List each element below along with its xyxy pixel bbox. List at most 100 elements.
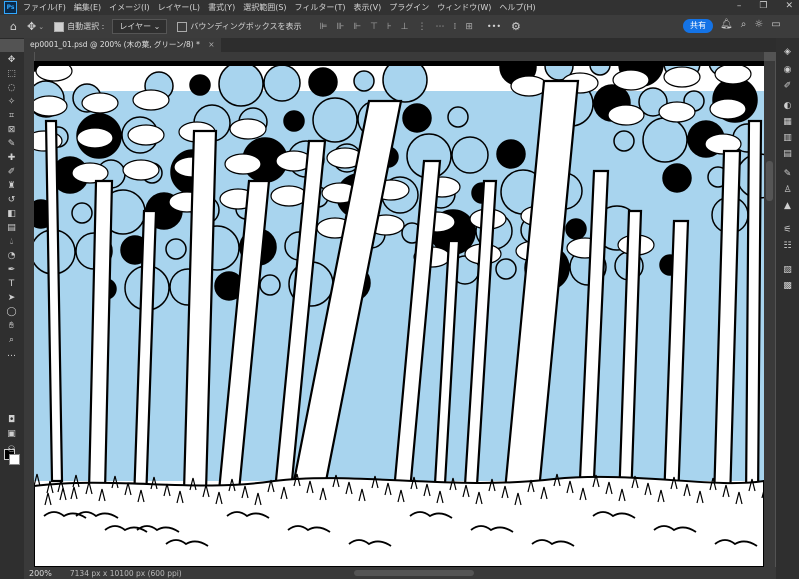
- layer-select-value: レイヤー: [119, 22, 152, 31]
- crop-tool-icon[interactable]: ⌗: [5, 110, 18, 123]
- menu-view[interactable]: 表示(V): [354, 2, 382, 13]
- paths-icon[interactable]: ✐: [781, 80, 794, 93]
- healing-brush-icon[interactable]: ✚: [5, 152, 18, 165]
- move-tool-icon[interactable]: ✥: [5, 54, 18, 67]
- bounding-box-label: バウンディングボックスを表示: [190, 22, 302, 31]
- workspace-icon[interactable]: ▭: [771, 19, 780, 30]
- menu-window[interactable]: ウィンドウ(W): [437, 2, 491, 13]
- properties-icon[interactable]: ⚟: [781, 224, 794, 237]
- info-icon[interactable]: ▩: [781, 280, 794, 293]
- adjustments-icon[interactable]: ◐: [781, 100, 794, 113]
- distribute-space-icon[interactable]: ⊞: [465, 22, 473, 32]
- frame-tool-icon[interactable]: ⊠: [5, 124, 18, 137]
- options-bar: ⌂ ✥ ⌄ 自動選択 : レイヤー ⌄ バウンディングボックスを表示 ⊫ ⊪ ⊩…: [0, 15, 799, 39]
- menu-edit[interactable]: 編集(E): [74, 2, 101, 13]
- stamp-tool-icon[interactable]: ♜: [5, 180, 18, 193]
- quick-mask-icon[interactable]: ◘: [5, 414, 18, 427]
- menu-bar: Ps ファイル(F) 編集(E) イメージ(I) レイヤー(L) 書式(Y) 選…: [0, 0, 799, 15]
- zoom-tool-icon[interactable]: ⌕: [5, 334, 18, 347]
- hand-tool-icon[interactable]: ✋︎: [5, 320, 18, 333]
- eyedropper-icon[interactable]: ✎: [5, 138, 18, 151]
- vertical-scrollbar[interactable]: [764, 61, 775, 567]
- document-canvas[interactable]: [34, 61, 764, 567]
- move-icon[interactable]: ✥: [27, 20, 36, 33]
- home-icon[interactable]: ⌂: [10, 20, 17, 33]
- minimize-icon[interactable]: –: [737, 1, 742, 11]
- distribute-h-icon[interactable]: ⋯: [435, 22, 444, 32]
- chevron-down-icon[interactable]: ⌄: [38, 23, 44, 31]
- tool-presets-icon[interactable]: ▲: [781, 200, 794, 213]
- color-icon[interactable]: ◉: [781, 64, 794, 77]
- layers-icon[interactable]: ◈: [781, 46, 794, 59]
- bounding-box-checkbox[interactable]: [177, 21, 188, 32]
- swatches-icon[interactable]: ▦: [781, 116, 794, 129]
- document-tab-bar: ep0001_01.psd @ 200% (木の葉, グリーン/8) * ×: [24, 38, 776, 52]
- lightbulb-icon[interactable]: ☼: [754, 19, 763, 30]
- layer-select[interactable]: レイヤー ⌄: [112, 19, 168, 34]
- close-window-icon[interactable]: ✕: [785, 1, 793, 11]
- channels-icon[interactable]: ▤: [781, 148, 794, 161]
- brushes-icon[interactable]: ✎: [781, 168, 794, 181]
- path-select-icon[interactable]: ➤: [5, 292, 18, 305]
- artwork-forest: [34, 61, 764, 567]
- history-brush-icon[interactable]: ↺: [5, 194, 18, 207]
- vertical-scroll-thumb[interactable]: [766, 161, 773, 201]
- status-bar: 200% 7134 px x 10100 px (600 ppi): [24, 567, 776, 579]
- menu-image[interactable]: イメージ(I): [109, 2, 149, 13]
- align-bottom-icon[interactable]: ⊥: [401, 22, 409, 32]
- auto-select-checkbox[interactable]: [54, 21, 65, 32]
- screen-mode-icon[interactable]: ▣: [5, 428, 18, 441]
- gradient-tool-icon[interactable]: ▤: [5, 222, 18, 235]
- marquee-tool-icon[interactable]: ⬚: [5, 68, 18, 81]
- menu-plugins[interactable]: プラグイン: [389, 2, 429, 13]
- status-corner: [0, 567, 24, 579]
- eraser-tool-icon[interactable]: ◧: [5, 208, 18, 221]
- align-right-icon[interactable]: ⊩: [353, 22, 361, 32]
- menu-select[interactable]: 選択範囲(S): [243, 2, 286, 13]
- document-tab[interactable]: ep0001_01.psd @ 200% (木の葉, グリーン/8) * ×: [24, 38, 221, 52]
- menu-file[interactable]: ファイル(F): [23, 2, 66, 13]
- gear-icon[interactable]: ⚙: [511, 20, 521, 33]
- app-logo: Ps: [4, 1, 17, 14]
- distribute-icon[interactable]: ⋮: [417, 22, 426, 32]
- right-panel-dock: ◈ ◉ ✐ ◐ ▦ ▥ ▤ ✎ ♙ ▲ ⚟ ☷ ▨ ▩: [776, 38, 799, 579]
- clone-source-icon[interactable]: ♙: [781, 184, 794, 197]
- search-icon[interactable]: ⌕: [741, 19, 747, 30]
- distribute-v-icon[interactable]: ⁞: [453, 22, 456, 32]
- align-hcenter-icon[interactable]: ⊪: [336, 22, 344, 32]
- lasso-tool-icon[interactable]: ◌: [5, 82, 18, 95]
- align-buttons: ⊫ ⊪ ⊩ ⊤ ⊦ ⊥ ⋮ ⋯ ⁞ ⊞: [320, 22, 473, 32]
- character-icon[interactable]: ☷: [781, 240, 794, 253]
- libraries-icon[interactable]: ▥: [781, 132, 794, 145]
- type-tool-icon[interactable]: T: [5, 278, 18, 291]
- brush-tool-icon[interactable]: ✐: [5, 166, 18, 179]
- menu-filter[interactable]: フィルター(T): [295, 2, 346, 13]
- menu-layer[interactable]: レイヤー(L): [158, 2, 200, 13]
- menu-type[interactable]: 書式(Y): [208, 2, 235, 13]
- share-tool-icon[interactable]: ⚇: [5, 444, 18, 457]
- document-tab-title: ep0001_01.psd @ 200% (木の葉, グリーン/8) *: [30, 40, 200, 49]
- align-top-icon[interactable]: ⊤: [370, 22, 378, 32]
- pen-tool-icon[interactable]: ✒: [5, 264, 18, 277]
- top-right-icons: 🔔︎ ⌕ ☼ ▭: [720, 19, 781, 30]
- blur-tool-icon[interactable]: 💧︎: [5, 236, 18, 249]
- auto-select-label: 自動選択 :: [67, 22, 105, 31]
- align-vcenter-icon[interactable]: ⊦: [387, 22, 392, 32]
- close-tab-icon[interactable]: ×: [208, 40, 214, 49]
- tools-panel: ✥ ⬚ ◌ ✧ ⌗ ⊠ ✎ ✚ ✐ ♜ ↺ ◧ ▤ 💧︎ ◔ ✒ T ➤ ◯ ✋…: [0, 52, 24, 567]
- more-tools-icon[interactable]: …: [5, 348, 18, 361]
- zoom-level[interactable]: 200%: [29, 569, 52, 578]
- align-left-icon[interactable]: ⊫: [320, 22, 328, 32]
- menu-help[interactable]: ヘルプ(H): [499, 2, 535, 13]
- horizontal-scroll-thumb[interactable]: [354, 570, 474, 576]
- more-options-button[interactable]: •••: [487, 22, 501, 31]
- dodge-tool-icon[interactable]: ◔: [5, 250, 18, 263]
- magic-wand-icon[interactable]: ✧: [5, 96, 18, 109]
- maximize-icon[interactable]: ❐: [759, 1, 767, 11]
- shape-tool-icon[interactable]: ◯: [5, 306, 18, 319]
- document-info[interactable]: 7134 px x 10100 px (600 ppi): [70, 569, 182, 578]
- share-button[interactable]: 共有: [683, 19, 713, 33]
- histogram-icon[interactable]: ▨: [781, 264, 794, 277]
- window-controls: – ❐ ✕: [737, 1, 793, 11]
- bell-icon[interactable]: 🔔︎: [720, 19, 733, 30]
